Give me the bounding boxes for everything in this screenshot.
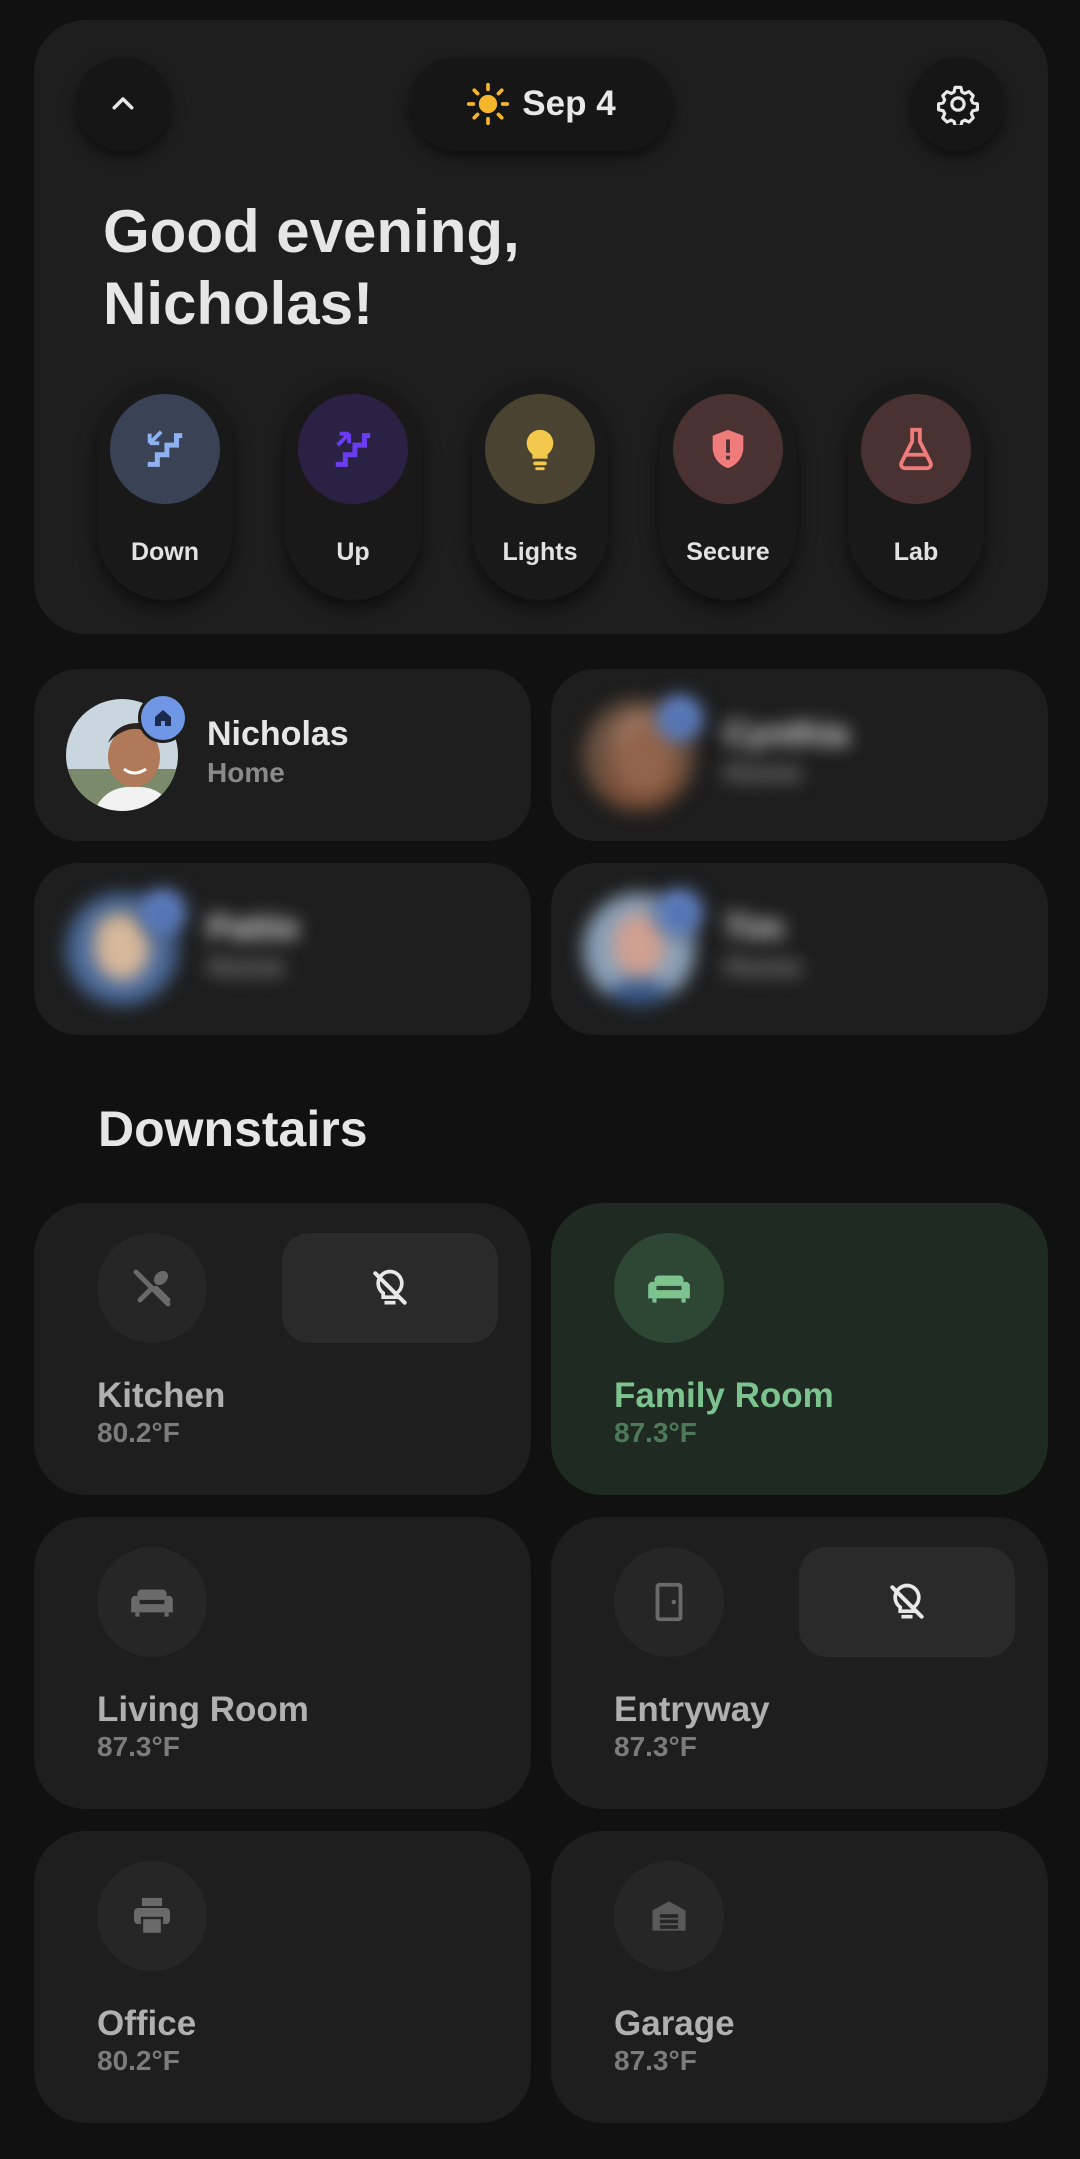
- light-toggle-button[interactable]: [282, 1233, 498, 1343]
- room-name: Kitchen: [97, 1376, 226, 1415]
- room-icon-button[interactable]: [614, 1547, 724, 1657]
- stairs-up-icon: [335, 431, 371, 467]
- home-badge: [138, 887, 188, 937]
- room-icon-button[interactable]: [97, 1547, 207, 1657]
- room-card-living-room[interactable]: Living Room 87.3°F: [34, 1517, 531, 1809]
- sun-icon: [467, 82, 510, 126]
- room-name: Family Room: [614, 1376, 834, 1415]
- room-icon-button[interactable]: [614, 1233, 724, 1343]
- person-name: Pattie: [207, 909, 300, 947]
- door-icon: [655, 1582, 683, 1622]
- scene-label: Lights: [502, 538, 578, 566]
- room-icon-button[interactable]: [614, 1861, 724, 1971]
- home-icon: [155, 710, 171, 726]
- date-label: Sep 4: [522, 84, 616, 123]
- scene-label: Up: [336, 538, 370, 566]
- room-card-kitchen[interactable]: Kitchen 80.2°F: [34, 1203, 531, 1495]
- scene-up-button[interactable]: Up: [285, 380, 421, 600]
- person-name: Tim: [724, 909, 784, 947]
- room-card-office[interactable]: Office 80.2°F: [34, 1831, 531, 2123]
- room-temperature: 87.3°F: [614, 1417, 697, 1448]
- scene-label: Down: [130, 538, 200, 566]
- home-icon: [155, 904, 171, 920]
- greeting-line-1: Good evening,: [103, 198, 520, 265]
- person-card-tim[interactable]: Tim Home: [551, 863, 1048, 1035]
- home-icon: [672, 904, 688, 920]
- stairs-down-icon: [147, 430, 183, 467]
- person-card-pattie[interactable]: Pattie Home: [34, 863, 531, 1035]
- room-temperature: 87.3°F: [614, 1731, 697, 1762]
- lightbulb-off-icon: [373, 1269, 407, 1305]
- room-name: Entryway: [614, 1690, 770, 1729]
- utensils-off-icon: [133, 1269, 171, 1307]
- home-icon: [672, 710, 688, 726]
- room-temperature: 87.3°F: [97, 1731, 180, 1762]
- person-status: Home: [207, 951, 285, 982]
- shield-alert-icon: [712, 429, 744, 469]
- person-status: Home: [724, 951, 802, 982]
- printer-icon: [134, 1898, 170, 1936]
- collapse-button[interactable]: [76, 57, 170, 151]
- section-title: Downstairs: [98, 1101, 368, 1157]
- garage-icon: [652, 1901, 686, 1931]
- sofa-icon: [131, 1589, 173, 1617]
- person-status: Home: [207, 757, 285, 788]
- home-badge: [655, 693, 705, 743]
- scene-down-button[interactable]: Down: [97, 380, 233, 600]
- room-icon-button[interactable]: [97, 1861, 207, 1971]
- person-status: Home: [724, 757, 802, 788]
- room-card-entryway[interactable]: Entryway 87.3°F: [551, 1517, 1048, 1809]
- date-button[interactable]: Sep 4: [410, 57, 672, 151]
- room-temperature: 80.2°F: [97, 1417, 180, 1448]
- lightbulb-off-icon: [890, 1583, 924, 1619]
- scene-lights-button[interactable]: Lights: [472, 380, 608, 600]
- room-name: Living Room: [97, 1690, 309, 1729]
- scene-lights-icon-bg: [485, 394, 595, 504]
- scene-secure-button[interactable]: Secure: [660, 380, 796, 600]
- scene-label: Lab: [893, 538, 939, 566]
- chevron-up-icon: [112, 97, 134, 110]
- flask-icon: [899, 427, 933, 471]
- scene-lab-button[interactable]: Lab: [848, 380, 984, 600]
- person-name: Nicholas: [207, 715, 349, 753]
- scene-lab-icon-bg: [861, 394, 971, 504]
- scene-up-icon-bg: [298, 394, 408, 504]
- room-card-family-room[interactable]: Family Room 87.3°F: [551, 1203, 1048, 1495]
- sofa-icon: [648, 1275, 690, 1303]
- room-name: Office: [97, 2004, 197, 2043]
- person-card-cynthia[interactable]: Cynthia Home: [551, 669, 1048, 841]
- lightbulb-icon: [526, 429, 554, 471]
- person-card-nicholas[interactable]: Nicholas Home: [34, 669, 531, 841]
- room-name: Garage: [614, 2004, 735, 2043]
- scene-label: Secure: [686, 538, 770, 566]
- home-badge: [655, 887, 705, 937]
- room-card-garage[interactable]: Garage 87.3°F: [551, 1831, 1048, 2123]
- settings-button[interactable]: [911, 57, 1005, 151]
- scene-down-icon-bg: [110, 394, 220, 504]
- light-toggle-button[interactable]: [799, 1547, 1015, 1657]
- room-temperature: 87.3°F: [614, 2045, 697, 2076]
- scene-secure-icon-bg: [673, 394, 783, 504]
- room-icon-button[interactable]: [97, 1233, 207, 1343]
- person-name: Cynthia: [724, 715, 849, 753]
- greeting: Good evening, Nicholas!: [103, 196, 803, 340]
- gear-icon: [937, 85, 979, 125]
- room-temperature: 80.2°F: [97, 2045, 180, 2076]
- greeting-line-2: Nicholas!: [103, 270, 374, 337]
- home-badge: [138, 693, 188, 743]
